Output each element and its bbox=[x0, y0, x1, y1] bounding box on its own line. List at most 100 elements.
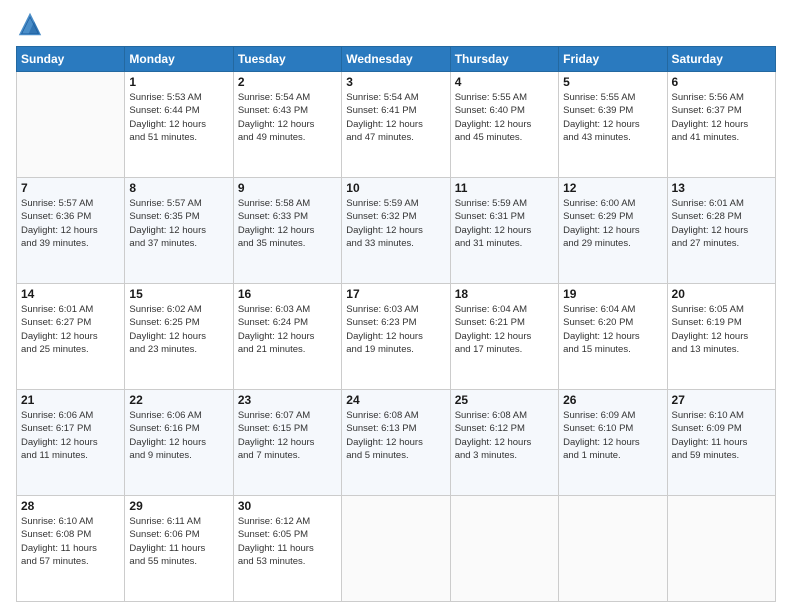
col-header-saturday: Saturday bbox=[667, 47, 775, 72]
calendar-cell: 6 Sunrise: 5:56 AM Sunset: 6:37 PM Daylig… bbox=[667, 72, 775, 178]
calendar-table: SundayMondayTuesdayWednesdayThursdayFrid… bbox=[16, 46, 776, 602]
day-number: 12 bbox=[563, 181, 662, 195]
calendar-week-row: 21Sunrise: 6:06 AM Sunset: 6:17 PM Dayli… bbox=[17, 390, 776, 496]
calendar-cell: 20Sunrise: 6:05 AM Sunset: 6:19 PM Dayli… bbox=[667, 284, 775, 390]
day-number: 8 bbox=[129, 181, 228, 195]
calendar-cell bbox=[559, 496, 667, 602]
day-info: Sunrise: 6:04 AM Sunset: 6:20 PM Dayligh… bbox=[563, 303, 662, 356]
day-info: Sunrise: 5:54 AM Sunset: 6:41 PM Dayligh… bbox=[346, 91, 445, 144]
day-info: Sunrise: 5:57 AM Sunset: 6:35 PM Dayligh… bbox=[129, 197, 228, 250]
day-number: 5 bbox=[563, 75, 662, 89]
calendar-cell: 4Sunrise: 5:55 AM Sunset: 6:40 PM Daylig… bbox=[450, 72, 558, 178]
calendar-cell: 3 Sunrise: 5:54 AM Sunset: 6:41 PM Daylig… bbox=[342, 72, 450, 178]
day-info: Sunrise: 5:55 AM Sunset: 6:39 PM Dayligh… bbox=[563, 91, 662, 144]
day-info: Sunrise: 6:01 AM Sunset: 6:27 PM Dayligh… bbox=[21, 303, 120, 356]
calendar-cell: 22 Sunrise: 6:06 AM Sunset: 6:16 PM Dayli… bbox=[125, 390, 233, 496]
day-info: Sunrise: 5:57 AM Sunset: 6:36 PM Dayligh… bbox=[21, 197, 120, 250]
calendar-header-row: SundayMondayTuesdayWednesdayThursdayFrid… bbox=[17, 47, 776, 72]
day-number: 11 bbox=[455, 181, 554, 195]
col-header-monday: Monday bbox=[125, 47, 233, 72]
calendar-cell: 1 Sunrise: 5:53 AM Sunset: 6:44 PM Daylig… bbox=[125, 72, 233, 178]
col-header-friday: Friday bbox=[559, 47, 667, 72]
day-number: 18 bbox=[455, 287, 554, 301]
day-info: Sunrise: 6:12 AM Sunset: 6:05 PM Dayligh… bbox=[238, 515, 337, 568]
calendar-cell: 18Sunrise: 6:04 AM Sunset: 6:21 PM Dayli… bbox=[450, 284, 558, 390]
day-info: Sunrise: 5:56 AM Sunset: 6:37 PM Dayligh… bbox=[672, 91, 771, 144]
day-number: 26 bbox=[563, 393, 662, 407]
col-header-thursday: Thursday bbox=[450, 47, 558, 72]
calendar-cell: 9 Sunrise: 5:58 AM Sunset: 6:33 PM Daylig… bbox=[233, 178, 341, 284]
day-info: Sunrise: 6:07 AM Sunset: 6:15 PM Dayligh… bbox=[238, 409, 337, 462]
calendar-cell: 7 Sunrise: 5:57 AM Sunset: 6:36 PM Daylig… bbox=[17, 178, 125, 284]
calendar-week-row: 1 Sunrise: 5:53 AM Sunset: 6:44 PM Daylig… bbox=[17, 72, 776, 178]
calendar-cell: 27 Sunrise: 6:10 AM Sunset: 6:09 PM Dayli… bbox=[667, 390, 775, 496]
day-number: 7 bbox=[21, 181, 120, 195]
day-number: 6 bbox=[672, 75, 771, 89]
calendar-cell: 21Sunrise: 6:06 AM Sunset: 6:17 PM Dayli… bbox=[17, 390, 125, 496]
day-number: 17 bbox=[346, 287, 445, 301]
day-info: Sunrise: 6:06 AM Sunset: 6:16 PM Dayligh… bbox=[129, 409, 228, 462]
calendar-cell: 24Sunrise: 6:08 AM Sunset: 6:13 PM Dayli… bbox=[342, 390, 450, 496]
day-info: Sunrise: 5:58 AM Sunset: 6:33 PM Dayligh… bbox=[238, 197, 337, 250]
calendar-cell bbox=[667, 496, 775, 602]
calendar-cell: 28 Sunrise: 6:10 AM Sunset: 6:08 PM Dayli… bbox=[17, 496, 125, 602]
day-number: 1 bbox=[129, 75, 228, 89]
calendar-week-row: 7 Sunrise: 5:57 AM Sunset: 6:36 PM Daylig… bbox=[17, 178, 776, 284]
day-number: 25 bbox=[455, 393, 554, 407]
calendar-cell: 10 Sunrise: 5:59 AM Sunset: 6:32 PM Dayli… bbox=[342, 178, 450, 284]
calendar-cell: 23 Sunrise: 6:07 AM Sunset: 6:15 PM Dayli… bbox=[233, 390, 341, 496]
calendar-cell bbox=[342, 496, 450, 602]
day-info: Sunrise: 6:10 AM Sunset: 6:09 PM Dayligh… bbox=[672, 409, 771, 462]
day-number: 15 bbox=[129, 287, 228, 301]
calendar-cell: 5 Sunrise: 5:55 AM Sunset: 6:39 PM Daylig… bbox=[559, 72, 667, 178]
day-info: Sunrise: 6:11 AM Sunset: 6:06 PM Dayligh… bbox=[129, 515, 228, 568]
day-number: 3 bbox=[346, 75, 445, 89]
col-header-wednesday: Wednesday bbox=[342, 47, 450, 72]
calendar-week-row: 28 Sunrise: 6:10 AM Sunset: 6:08 PM Dayli… bbox=[17, 496, 776, 602]
day-number: 28 bbox=[21, 499, 120, 513]
day-number: 10 bbox=[346, 181, 445, 195]
header bbox=[16, 10, 776, 38]
day-number: 2 bbox=[238, 75, 337, 89]
calendar-cell: 15 Sunrise: 6:02 AM Sunset: 6:25 PM Dayli… bbox=[125, 284, 233, 390]
day-number: 16 bbox=[238, 287, 337, 301]
day-number: 27 bbox=[672, 393, 771, 407]
calendar-page: SundayMondayTuesdayWednesdayThursdayFrid… bbox=[0, 0, 792, 612]
calendar-week-row: 14 Sunrise: 6:01 AM Sunset: 6:27 PM Dayli… bbox=[17, 284, 776, 390]
day-number: 9 bbox=[238, 181, 337, 195]
day-info: Sunrise: 6:08 AM Sunset: 6:13 PM Dayligh… bbox=[346, 409, 445, 462]
calendar-cell: 19 Sunrise: 6:04 AM Sunset: 6:20 PM Dayli… bbox=[559, 284, 667, 390]
day-info: Sunrise: 6:00 AM Sunset: 6:29 PM Dayligh… bbox=[563, 197, 662, 250]
day-number: 20 bbox=[672, 287, 771, 301]
day-info: Sunrise: 5:53 AM Sunset: 6:44 PM Dayligh… bbox=[129, 91, 228, 144]
calendar-cell: 26 Sunrise: 6:09 AM Sunset: 6:10 PM Dayli… bbox=[559, 390, 667, 496]
day-info: Sunrise: 6:10 AM Sunset: 6:08 PM Dayligh… bbox=[21, 515, 120, 568]
day-info: Sunrise: 6:06 AM Sunset: 6:17 PM Dayligh… bbox=[21, 409, 120, 462]
day-info: Sunrise: 6:08 AM Sunset: 6:12 PM Dayligh… bbox=[455, 409, 554, 462]
calendar-cell: 29 Sunrise: 6:11 AM Sunset: 6:06 PM Dayli… bbox=[125, 496, 233, 602]
logo-icon bbox=[16, 10, 44, 38]
day-info: Sunrise: 6:03 AM Sunset: 6:23 PM Dayligh… bbox=[346, 303, 445, 356]
day-number: 14 bbox=[21, 287, 120, 301]
calendar-cell: 13Sunrise: 6:01 AM Sunset: 6:28 PM Dayli… bbox=[667, 178, 775, 284]
calendar-cell: 14 Sunrise: 6:01 AM Sunset: 6:27 PM Dayli… bbox=[17, 284, 125, 390]
calendar-cell: 16 Sunrise: 6:03 AM Sunset: 6:24 PM Dayli… bbox=[233, 284, 341, 390]
day-info: Sunrise: 6:03 AM Sunset: 6:24 PM Dayligh… bbox=[238, 303, 337, 356]
calendar-cell: 25 Sunrise: 6:08 AM Sunset: 6:12 PM Dayli… bbox=[450, 390, 558, 496]
day-number: 29 bbox=[129, 499, 228, 513]
day-info: Sunrise: 6:09 AM Sunset: 6:10 PM Dayligh… bbox=[563, 409, 662, 462]
logo bbox=[16, 10, 48, 38]
day-info: Sunrise: 5:59 AM Sunset: 6:31 PM Dayligh… bbox=[455, 197, 554, 250]
calendar-cell bbox=[17, 72, 125, 178]
day-info: Sunrise: 5:55 AM Sunset: 6:40 PM Dayligh… bbox=[455, 91, 554, 144]
calendar-cell bbox=[450, 496, 558, 602]
day-info: Sunrise: 5:59 AM Sunset: 6:32 PM Dayligh… bbox=[346, 197, 445, 250]
day-number: 22 bbox=[129, 393, 228, 407]
day-number: 23 bbox=[238, 393, 337, 407]
day-number: 30 bbox=[238, 499, 337, 513]
day-info: Sunrise: 5:54 AM Sunset: 6:43 PM Dayligh… bbox=[238, 91, 337, 144]
day-number: 13 bbox=[672, 181, 771, 195]
day-number: 19 bbox=[563, 287, 662, 301]
day-info: Sunrise: 6:02 AM Sunset: 6:25 PM Dayligh… bbox=[129, 303, 228, 356]
col-header-sunday: Sunday bbox=[17, 47, 125, 72]
